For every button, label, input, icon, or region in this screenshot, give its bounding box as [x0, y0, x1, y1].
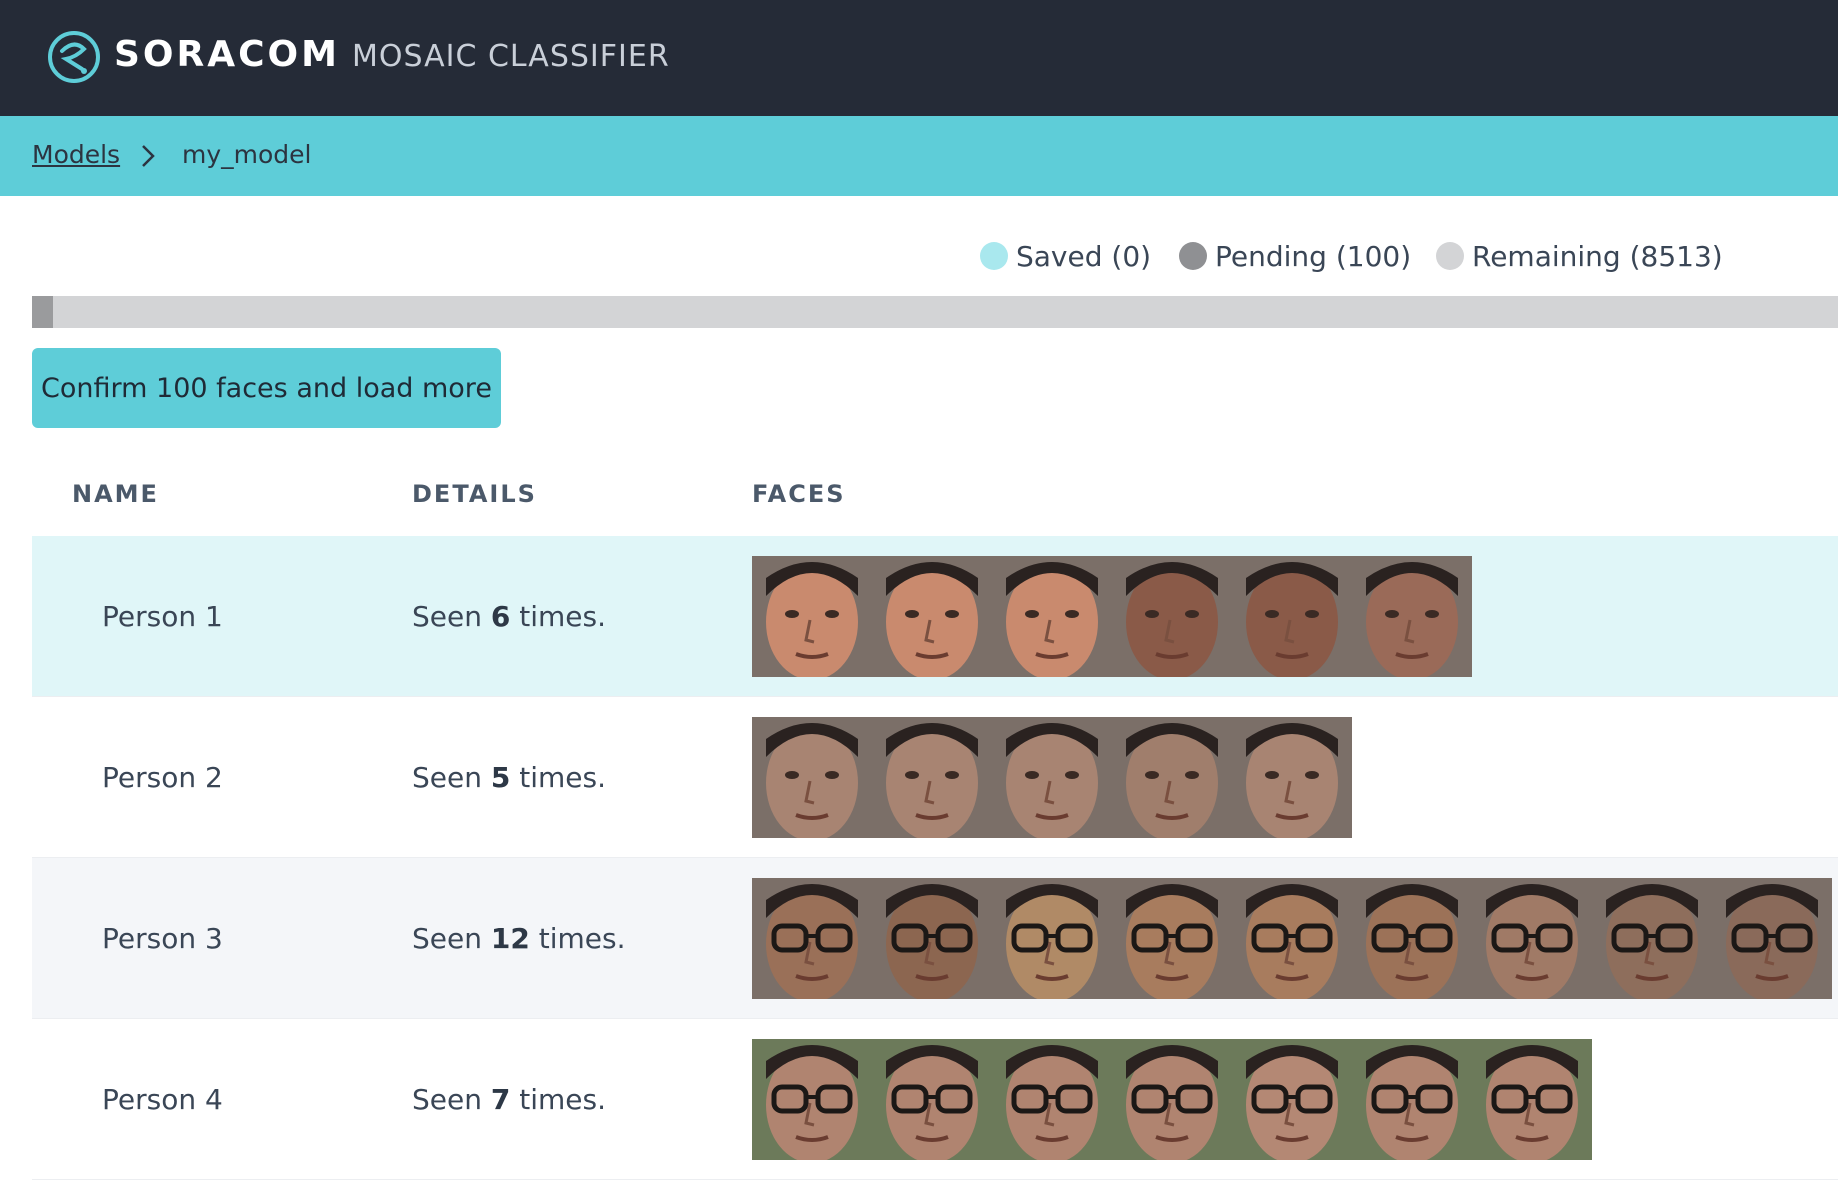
face-thumbnail[interactable]	[1352, 556, 1472, 677]
face-thumbnail[interactable]	[992, 878, 1112, 999]
breadcrumb-models-link[interactable]: Models	[32, 140, 120, 169]
face-thumbnail[interactable]	[992, 717, 1112, 838]
face-thumbnail[interactable]	[1232, 878, 1352, 999]
person-name: Person 2	[102, 761, 223, 794]
face-thumbnail[interactable]	[1472, 878, 1592, 999]
soracom-logo-icon	[48, 31, 100, 83]
column-header-name: NAME	[72, 480, 159, 508]
breadcrumb-current: my_model	[182, 140, 312, 169]
breadcrumb: Models my_model	[0, 116, 1838, 196]
table-row[interactable]: Person 1 Seen 6 times.	[32, 536, 1838, 697]
seen-count: 6	[490, 600, 511, 633]
face-thumbnail[interactable]	[752, 878, 872, 999]
face-thumbnail[interactable]	[752, 717, 872, 838]
top-header: SORACOM MOSAIC CLASSIFIER	[0, 0, 1838, 116]
face-thumbnail[interactable]	[1232, 717, 1352, 838]
brand-name: SORACOM	[114, 34, 340, 75]
person-details: Seen 12 times.	[412, 922, 626, 955]
person-details: Seen 5 times.	[412, 761, 607, 794]
face-thumbnail[interactable]	[1232, 556, 1352, 677]
face-thumbnail[interactable]	[1712, 878, 1832, 999]
seen-count: 5	[490, 761, 511, 794]
table-row[interactable]: Person 2 Seen 5 times.	[32, 697, 1838, 858]
remaining-dot-icon	[1436, 242, 1464, 270]
face-thumbnail[interactable]	[752, 556, 872, 677]
person-details: Seen 6 times.	[412, 600, 607, 633]
face-thumbnail[interactable]	[1112, 717, 1232, 838]
face-thumbnail[interactable]	[872, 1039, 992, 1160]
face-thumbnail[interactable]	[1352, 1039, 1472, 1160]
face-thumbnail[interactable]	[1112, 556, 1232, 677]
face-strip	[752, 717, 1352, 838]
legend-saved-label: Saved (0)	[1016, 240, 1152, 273]
face-thumbnail[interactable]	[872, 556, 992, 677]
person-name: Person 4	[102, 1083, 223, 1116]
confirm-faces-button[interactable]: Confirm 100 faces and load more	[32, 348, 501, 428]
column-header-details: DETAILS	[412, 480, 537, 508]
saved-dot-icon	[980, 242, 1008, 270]
face-thumbnail[interactable]	[1472, 1039, 1592, 1160]
chevron-right-icon	[142, 145, 155, 167]
face-thumbnail[interactable]	[992, 556, 1112, 677]
face-thumbnail[interactable]	[752, 1039, 872, 1160]
progress-bar	[32, 296, 1838, 328]
legend-remaining-label: Remaining (8513)	[1472, 240, 1723, 273]
table-row[interactable]: Person 4 Seen 7 times.	[32, 1019, 1838, 1180]
face-strip	[752, 556, 1472, 677]
face-thumbnail[interactable]	[1592, 878, 1712, 999]
face-strip	[752, 878, 1832, 999]
face-strip	[752, 1039, 1592, 1160]
face-thumbnail[interactable]	[1352, 878, 1472, 999]
app-title: MOSAIC CLASSIFIER	[352, 39, 670, 74]
face-thumbnail[interactable]	[1112, 878, 1232, 999]
person-name: Person 1	[102, 600, 223, 633]
face-thumbnail[interactable]	[1112, 1039, 1232, 1160]
table-row[interactable]: Person 3 Seen 12 times.	[32, 858, 1838, 1019]
pending-dot-icon	[1179, 242, 1207, 270]
seen-count: 7	[490, 1083, 511, 1116]
face-thumbnail[interactable]	[992, 1039, 1112, 1160]
face-thumbnail[interactable]	[872, 717, 992, 838]
face-thumbnail[interactable]	[1232, 1039, 1352, 1160]
progress-pending-fill	[32, 296, 53, 328]
seen-count: 12	[490, 922, 530, 955]
face-thumbnail[interactable]	[872, 878, 992, 999]
person-details: Seen 7 times.	[412, 1083, 607, 1116]
legend-pending-label: Pending (100)	[1215, 240, 1412, 273]
person-name: Person 3	[102, 922, 223, 955]
column-header-faces: FACES	[752, 480, 846, 508]
